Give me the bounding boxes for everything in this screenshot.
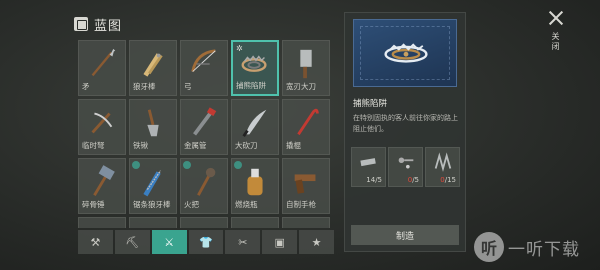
detail-item-name: 捕熊陷阱: [353, 99, 388, 109]
close-icon[interactable]: [548, 10, 564, 26]
hammer-icon: [93, 165, 115, 196]
blueprint-item[interactable]: 自制手枪: [282, 158, 330, 214]
saw-club-icon: [143, 170, 162, 197]
blueprint-item[interactable]: [180, 217, 228, 228]
blueprint-item[interactable]: 铁锹: [129, 99, 177, 155]
detail-panel: 捕熊陷阱 在特别固执的客人前往你家的路上阻止他们。 14/5 0/5 0/15 制造: [344, 12, 466, 252]
star-icon[interactable]: ★: [299, 230, 335, 254]
blueprint-item[interactable]: [78, 217, 126, 228]
item-label: 撬棍: [286, 141, 301, 150]
watermark-text: 一听下载: [508, 239, 580, 260]
bear-trap-icon: [241, 55, 267, 72]
item-label: 碎骨锤: [82, 200, 105, 209]
blueprint-item[interactable]: [129, 217, 177, 228]
item-icon: [187, 224, 221, 228]
blueprint-item[interactable]: 火把: [180, 158, 228, 214]
blueprint-item[interactable]: 宽刃大刀: [282, 40, 330, 96]
materials-list: 14/5 0/5 0/15: [351, 147, 460, 187]
material-slot[interactable]: 14/5: [351, 147, 386, 187]
crossbow-icon: [91, 112, 113, 134]
blueprint-item[interactable]: [231, 217, 279, 228]
item-label: 矛: [82, 82, 90, 91]
item-label: 锯条狼牙棒: [133, 200, 171, 209]
item-grid: 矛 狼牙棒 弓 ✲ 捕熊陷阱 宽刃大刀临时弩 铁锹 金属管 大砍刀 撬棍碎骨锤 锯条狼牙棒 火把 燃烧瓶…: [78, 40, 334, 228]
molotov-icon: [247, 168, 263, 196]
spear-icon: [91, 48, 116, 77]
blueprint-item[interactable]: 临时弩: [78, 99, 126, 155]
iron-bar-icon: [360, 158, 376, 167]
blueprint-item[interactable]: 弓: [180, 40, 228, 96]
blueprint-item[interactable]: 燃烧瓶: [231, 158, 279, 214]
clothing-icon[interactable]: 👕: [188, 230, 224, 254]
metal-pipe-icon: [193, 107, 217, 136]
blueprint-item[interactable]: 矛: [78, 40, 126, 96]
pickaxe-icon[interactable]: ⛏: [114, 230, 150, 254]
blueprint-item[interactable]: 金属管: [180, 99, 228, 155]
item-label: 火把: [184, 200, 199, 209]
blueprint-header: 蓝图: [74, 14, 122, 34]
machete-icon: [242, 109, 267, 138]
blueprint-item[interactable]: 碎骨锤: [78, 158, 126, 214]
item-icon: [136, 224, 170, 228]
crowbar-icon: [297, 108, 319, 136]
bear-trap-preview-icon: [384, 43, 428, 63]
screws-icon: [398, 157, 414, 169]
weapons-icon[interactable]: ⚔: [151, 230, 187, 254]
watermark-logo-icon: 听: [474, 232, 504, 262]
misc-icon[interactable]: ✂: [225, 230, 261, 254]
blueprint-item[interactable]: 撬棍: [282, 99, 330, 155]
item-label: 捕熊陷阱: [236, 81, 266, 90]
pistol-icon: [294, 174, 316, 194]
blueprint-icon: [74, 17, 88, 31]
cleaver-icon: [300, 49, 312, 79]
material-slot[interactable]: 0/15: [425, 147, 460, 187]
item-label: 临时弩: [82, 141, 105, 150]
watermark: 听 一听下载: [474, 232, 580, 262]
bow-icon: [191, 49, 216, 72]
tools-icon[interactable]: ⚒: [78, 230, 113, 254]
material-slot[interactable]: 0/5: [388, 147, 423, 187]
material-count: 0/5: [407, 176, 419, 184]
spring-icon: [434, 152, 452, 172]
craft-button[interactable]: 制造: [351, 225, 459, 245]
material-count: 14/5: [366, 176, 382, 184]
shovel-icon: [147, 109, 159, 137]
detail-description: 在特别固执的客人前往你家的路上阻止他们。: [353, 114, 458, 133]
new-badge-icon: [183, 161, 191, 169]
page-title: 蓝图: [94, 18, 123, 34]
category-tabs: ⚒ ⛏ ⚔ 👕 ✂ ▣ ★: [78, 230, 335, 254]
new-badge-icon: [132, 161, 140, 169]
item-label: 金属管: [184, 141, 207, 150]
item-label: 宽刃大刀: [286, 82, 316, 91]
torch-icon: [197, 167, 216, 196]
new-badge-icon: [234, 161, 242, 169]
item-label: 弓: [184, 82, 192, 91]
favorite-badge-icon: ✲: [236, 44, 243, 53]
item-label: 狼牙棒: [133, 82, 156, 91]
spiked-club-icon: [143, 53, 163, 77]
item-icon: [238, 224, 272, 228]
item-label: 铁锹: [133, 141, 148, 150]
item-preview: [353, 19, 457, 87]
material-count: 0/15: [440, 176, 456, 184]
item-label: 自制手枪: [286, 200, 316, 209]
item-label: 燃烧瓶: [235, 200, 258, 209]
chest-icon[interactable]: ▣: [262, 230, 298, 254]
item-icon: [289, 224, 323, 228]
blueprint-item[interactable]: 狼牙棒: [129, 40, 177, 96]
blueprint-item[interactable]: 锯条狼牙棒: [129, 158, 177, 214]
blueprint-item[interactable]: ✲ 捕熊陷阱: [231, 40, 279, 96]
blueprint-item[interactable]: [282, 217, 330, 228]
item-grid-viewport[interactable]: 矛 狼牙棒 弓 ✲ 捕熊陷阱 宽刃大刀临时弩 铁锹 金属管 大砍刀 撬棍碎骨锤 锯条狼牙棒 火把 燃烧瓶…: [78, 40, 334, 228]
item-label: 大砍刀: [235, 141, 258, 150]
close-label[interactable]: 关闭: [550, 32, 561, 52]
item-icon: [85, 224, 119, 228]
blueprint-item[interactable]: 大砍刀: [231, 99, 279, 155]
